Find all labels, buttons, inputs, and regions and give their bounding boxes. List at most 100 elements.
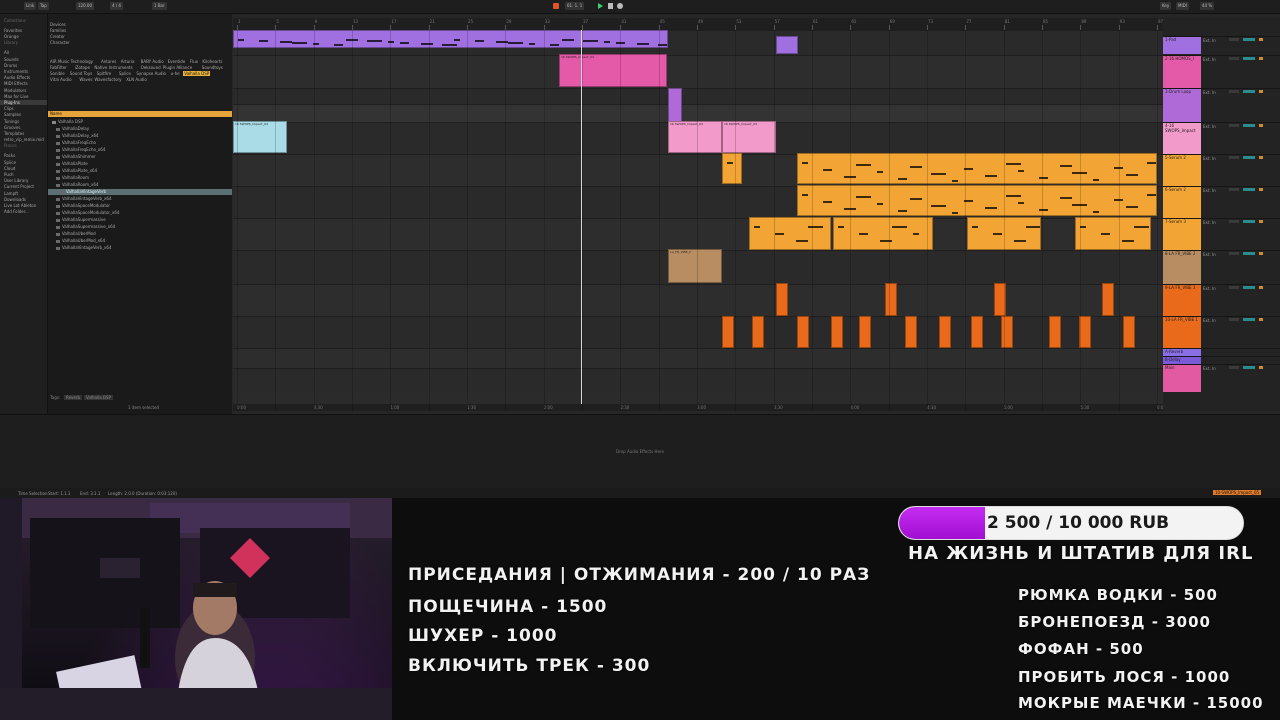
arrangement-clip[interactable]: 16 SWOPS_Impact_04: [559, 54, 667, 87]
volume-slider[interactable]: [1229, 188, 1239, 191]
places-item[interactable]: Samples: [4, 112, 21, 117]
track-name[interactable]: 3-Drum Loop: [1163, 89, 1201, 122]
track-lane[interactable]: [233, 368, 1163, 393]
track-activator-button[interactable]: [1259, 90, 1263, 93]
track-activator-button[interactable]: [1259, 318, 1263, 321]
pan-control[interactable]: [1243, 90, 1255, 93]
file-item[interactable]: ValhallaPlate_x64: [56, 168, 97, 174]
tag-chip[interactable]: AIR Music Technology: [50, 59, 93, 64]
places-item[interactable]: Orange: [4, 34, 19, 39]
places-item[interactable]: Live Lot Ableton: [4, 203, 36, 208]
track-name[interactable]: 1-Pad: [1163, 37, 1201, 54]
pan-control[interactable]: [1243, 318, 1255, 321]
places-item[interactable]: Packs: [4, 153, 15, 158]
track-lane[interactable]: [233, 348, 1163, 369]
file-item[interactable]: ValhallaShimmer: [56, 154, 96, 160]
arrangement-clip[interactable]: [1102, 283, 1114, 316]
arrangement-clip[interactable]: [885, 283, 897, 316]
places-item[interactable]: Sounds: [4, 57, 19, 62]
input-type[interactable]: Ext. In: [1203, 286, 1216, 291]
input-type[interactable]: Ext. In: [1203, 188, 1216, 193]
pan-control[interactable]: [1243, 220, 1255, 223]
places-item[interactable]: Drums: [4, 63, 17, 68]
input-type[interactable]: Ext. In: [1203, 124, 1216, 129]
tag-chip[interactable]: Sonible: [50, 71, 65, 76]
input-type[interactable]: Ext. In: [1203, 38, 1216, 43]
midi-button[interactable]: MIDI: [1176, 2, 1189, 10]
pan-control[interactable]: [1243, 188, 1255, 191]
automation-arm-icon[interactable]: [553, 3, 559, 9]
tag-chip[interactable]: XLN Audio: [126, 77, 147, 82]
places-item[interactable]: Splice: [4, 160, 16, 165]
tag-chip[interactable]: Kilohearts: [202, 59, 222, 64]
pan-control[interactable]: [1243, 38, 1255, 41]
track-activator-button[interactable]: [1259, 57, 1263, 60]
link-button[interactable]: Link: [24, 2, 37, 10]
track-lane[interactable]: [233, 88, 1163, 105]
arrangement-clip[interactable]: [1049, 316, 1061, 348]
file-item[interactable]: ValhallaDelay: [56, 126, 89, 132]
arrangement-clip[interactable]: [722, 316, 734, 348]
track-name[interactable]: 9-LA FR_VIBE 3: [1163, 285, 1201, 316]
arrangement-clip[interactable]: [233, 30, 668, 48]
track-activator-button[interactable]: [1259, 38, 1263, 41]
tag-chip[interactable]: Flux: [190, 59, 198, 64]
footer-tag-reverb[interactable]: Reverb: [64, 395, 83, 400]
mixer-track-row[interactable]: 9-LA FR_VIBE 3 Ext. In: [1163, 284, 1280, 316]
pan-control[interactable]: [1243, 57, 1255, 60]
arrangement-clip[interactable]: [971, 316, 983, 348]
volume-slider[interactable]: [1229, 318, 1239, 321]
places-item[interactable]: All: [4, 50, 9, 55]
places-item[interactable]: Push: [4, 172, 14, 177]
places-item[interactable]: Add Folder...: [4, 209, 29, 214]
tag-chip[interactable]: Spitfire: [97, 71, 111, 76]
places-item[interactable]: Max for Live: [4, 94, 28, 99]
volume-slider[interactable]: [1229, 57, 1239, 60]
arrangement-clip[interactable]: [831, 316, 843, 348]
arrangement-clip[interactable]: 16 SWOPS_Impact_04: [668, 121, 722, 153]
arrangement-clip[interactable]: LA_FR_VIBE_2: [668, 249, 722, 283]
places-item[interactable]: Templates: [4, 131, 24, 136]
tempo-field[interactable]: 120.00: [76, 2, 94, 10]
track-name[interactable]: 2-16 HOMOS_I: [1163, 56, 1201, 88]
arrangement-clip[interactable]: [905, 316, 917, 348]
file-item[interactable]: ValhallaPlate: [56, 161, 88, 167]
mixer-track-row[interactable]: B-Delay: [1163, 356, 1280, 364]
places-item[interactable]: Clips: [4, 106, 14, 111]
arrangement-clip[interactable]: [722, 153, 742, 184]
mixer-track-row[interactable]: 10-LA FR_VIBE 1 Ext. In: [1163, 316, 1280, 348]
places-item[interactable]: Current Project: [4, 184, 34, 189]
mixer-track-row[interactable]: 4-16 SWOPS_Impact Ext. In: [1163, 122, 1280, 154]
tag-group-label[interactable]: Character: [50, 40, 70, 45]
quantize-select[interactable]: 1 Bar: [152, 2, 167, 10]
tap-button[interactable]: Tap: [38, 2, 49, 10]
places-item[interactable]: Favorites: [4, 28, 22, 33]
volume-slider[interactable]: [1229, 286, 1239, 289]
places-item[interactable]: Audio Effects: [4, 75, 30, 80]
track-name[interactable]: A-Reverb: [1163, 349, 1201, 356]
track-activator-button[interactable]: [1259, 366, 1263, 369]
tag-chip[interactable]: BABY Audio: [141, 59, 164, 64]
file-item[interactable]: ValhallaSpaceModulator_x64: [56, 210, 120, 216]
arrangement-clip[interactable]: [939, 316, 951, 348]
arrangement-clip[interactable]: [1075, 217, 1151, 250]
mixer-track-row[interactable]: A-Reverb: [1163, 348, 1280, 356]
pan-control[interactable]: [1243, 252, 1255, 255]
places-item[interactable]: Tunings: [4, 119, 19, 124]
track-activator-button[interactable]: [1259, 188, 1263, 191]
position-field[interactable]: 61. 1. 1: [565, 2, 585, 10]
volume-slider[interactable]: [1229, 124, 1239, 127]
file-item[interactable]: ValhallaFreqEcho: [56, 140, 96, 146]
track-lane[interactable]: [233, 55, 1163, 89]
track-name[interactable]: 8-LA FR_VIBE 2: [1163, 251, 1201, 284]
tag-chip[interactable]: Oeksound: [141, 65, 161, 70]
places-item[interactable]: User Library: [4, 178, 28, 183]
track-name[interactable]: 10-LA FR_VIBE 1: [1163, 317, 1201, 348]
places-item[interactable]: Grooves: [4, 125, 20, 130]
mixer-track-row[interactable]: 5-Serum 2 Ext. In: [1163, 154, 1280, 186]
tag-chip[interactable]: Sound Toys: [70, 71, 93, 76]
track-name[interactable]: 5-Serum 2: [1163, 155, 1201, 186]
input-type[interactable]: Ext. In: [1203, 156, 1216, 161]
track-lane[interactable]: [233, 284, 1163, 317]
folder-item[interactable]: Valhalla DSP: [52, 119, 83, 125]
